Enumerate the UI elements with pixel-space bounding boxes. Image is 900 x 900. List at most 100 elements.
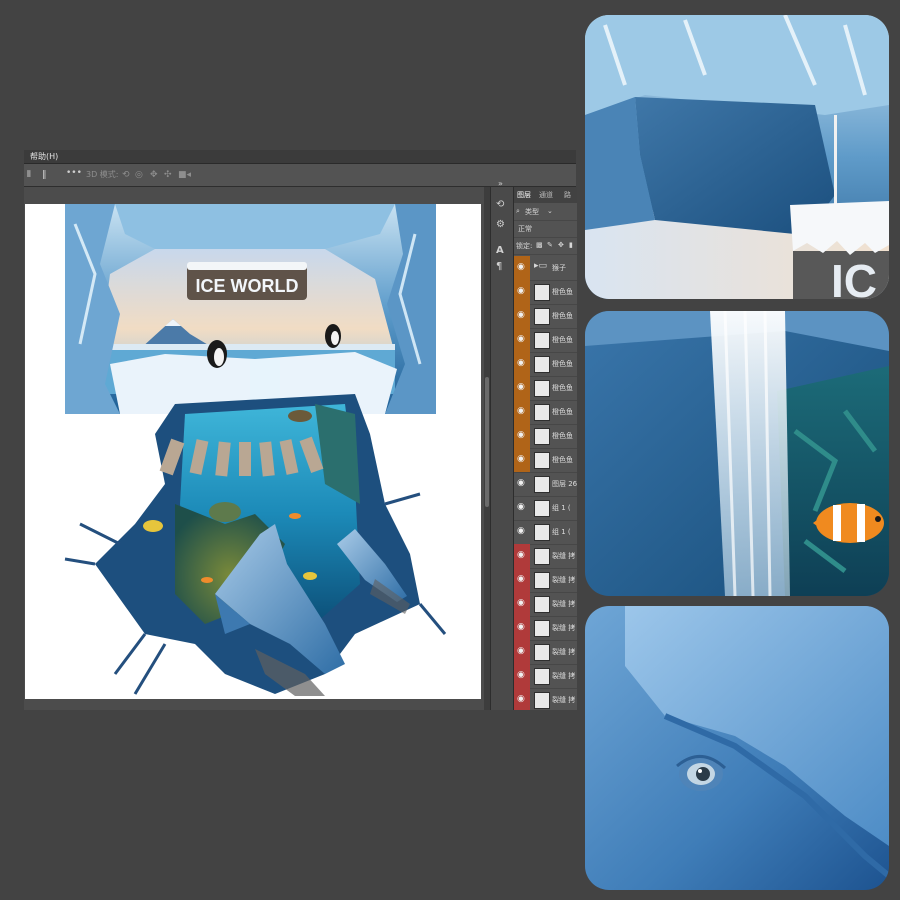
- layer-row[interactable]: ◉ 裂缝 拷: [514, 592, 577, 617]
- layer-visibility-toggle[interactable]: ◉: [514, 280, 530, 304]
- eye-icon[interactable]: ◉: [517, 382, 525, 392]
- align-left-icon[interactable]: ⫴: [27, 169, 31, 181]
- lock-pixels-icon[interactable]: ▩: [536, 241, 543, 249]
- layer-visibility-toggle[interactable]: ◉: [514, 496, 530, 520]
- layer-visibility-toggle[interactable]: ◉: [514, 352, 530, 376]
- layer-row[interactable]: ◉ 橙色鱼: [514, 424, 577, 449]
- scrollbar-thumb[interactable]: [485, 377, 489, 507]
- layer-visibility-toggle[interactable]: ◉: [514, 400, 530, 424]
- eye-icon[interactable]: ◉: [517, 262, 525, 272]
- layer-visibility-toggle[interactable]: ◉: [514, 328, 530, 352]
- layer-thumbnail: [534, 644, 550, 661]
- layer-thumbnail: [534, 404, 550, 421]
- eye-icon[interactable]: ◉: [517, 430, 525, 440]
- layer-visibility-toggle[interactable]: ◉: [514, 568, 530, 592]
- eye-icon[interactable]: ◉: [517, 286, 525, 296]
- eye-icon[interactable]: ◉: [517, 502, 525, 512]
- eye-icon[interactable]: ◉: [517, 646, 525, 656]
- layer-row[interactable]: ◉ ▸▭ 猴子: [514, 256, 577, 281]
- layer-name: 猴子: [552, 264, 566, 272]
- slide-3d-icon[interactable]: ✣: [164, 169, 172, 181]
- photoshop-window: 帮助(H) ⫴ ‖ ••• 3D 模式: ⟲ ◎ ✥ ✣ ■◂ ICE WORL…: [24, 150, 577, 710]
- eye-icon[interactable]: ◉: [517, 454, 525, 464]
- scale-3d-icon[interactable]: ■◂: [178, 169, 191, 181]
- layer-visibility-toggle[interactable]: ◉: [514, 424, 530, 448]
- layer-visibility-toggle[interactable]: ◉: [514, 640, 530, 664]
- layer-visibility-toggle[interactable]: ◉: [514, 256, 530, 280]
- document-canvas[interactable]: ICE WORLD: [25, 204, 481, 699]
- layer-name: 橙色鱼: [552, 384, 573, 392]
- chevron-down-icon[interactable]: ⌄: [547, 207, 553, 215]
- layer-visibility-toggle[interactable]: ◉: [514, 520, 530, 544]
- paragraph-icon[interactable]: ¶: [496, 261, 502, 272]
- layer-row[interactable]: ◉ 图层 26: [514, 472, 577, 497]
- layer-visibility-toggle[interactable]: ◉: [514, 592, 530, 616]
- layer-row[interactable]: ◉ 橙色鱼: [514, 280, 577, 305]
- layer-visibility-toggle[interactable]: ◉: [514, 304, 530, 328]
- menu-help[interactable]: 帮助(H): [30, 151, 58, 162]
- layer-thumbnail: [534, 428, 550, 445]
- eye-icon[interactable]: ◉: [517, 406, 525, 416]
- options-bar: ⫴ ‖ ••• 3D 模式: ⟲ ◎ ✥ ✣ ■◂: [24, 164, 576, 187]
- collapse-panels-icon[interactable]: »: [498, 179, 503, 188]
- layer-name: 橙色鱼: [552, 288, 573, 296]
- layer-thumbnail: [534, 476, 550, 493]
- layer-visibility-toggle[interactable]: ◉: [514, 544, 530, 568]
- layer-row[interactable]: ◉ 橙色鱼: [514, 400, 577, 425]
- eye-icon[interactable]: ◉: [517, 622, 525, 632]
- search-icon: ⌕: [516, 207, 520, 215]
- layer-row[interactable]: ◉ 裂缝 拷: [514, 664, 577, 689]
- layer-visibility-toggle[interactable]: ◉: [514, 688, 530, 710]
- eye-icon[interactable]: ◉: [517, 598, 525, 608]
- tab-channels[interactable]: 通道: [539, 190, 553, 200]
- dolphin-closeup-image: [585, 606, 889, 890]
- layer-name: 组 1 (: [552, 504, 571, 512]
- layer-thumbnail: [534, 692, 550, 709]
- eye-icon[interactable]: ◉: [517, 358, 525, 368]
- layer-row[interactable]: ◉ 裂缝 拷: [514, 640, 577, 665]
- layer-row[interactable]: ◉ 组 1 (: [514, 520, 577, 545]
- layer-row[interactable]: ◉ 橙色鱼: [514, 448, 577, 473]
- eye-icon[interactable]: ◉: [517, 574, 525, 584]
- tab-paths[interactable]: 路: [564, 190, 571, 200]
- eye-icon[interactable]: ◉: [517, 526, 525, 536]
- eye-icon[interactable]: ◉: [517, 670, 525, 680]
- roll-3d-icon[interactable]: ◎: [135, 169, 143, 181]
- layer-visibility-toggle[interactable]: ◉: [514, 472, 530, 496]
- eye-icon[interactable]: ◉: [517, 550, 525, 560]
- layer-visibility-toggle[interactable]: ◉: [514, 448, 530, 472]
- history-icon[interactable]: ⟲: [496, 199, 504, 210]
- eye-icon[interactable]: ◉: [517, 334, 525, 344]
- eye-icon[interactable]: ◉: [517, 694, 525, 704]
- blend-mode-row: 正常: [514, 221, 577, 238]
- layer-filter-select[interactable]: 类型: [525, 207, 539, 217]
- lock-all-icon[interactable]: ▮: [569, 241, 573, 249]
- more-options-button[interactable]: •••: [66, 167, 82, 179]
- character-icon[interactable]: A: [496, 245, 504, 256]
- layer-visibility-toggle[interactable]: ◉: [514, 664, 530, 688]
- layer-thumbnail: [534, 668, 550, 685]
- canvas-area[interactable]: ICE WORLD: [24, 187, 490, 710]
- lock-position-icon[interactable]: ✥: [558, 241, 564, 249]
- layer-row[interactable]: ◉ 橙色鱼: [514, 376, 577, 401]
- layer-row[interactable]: ◉ 橙色鱼: [514, 304, 577, 329]
- layer-row[interactable]: ◉ 组 1 (: [514, 496, 577, 521]
- lock-paint-icon[interactable]: ✎: [547, 241, 553, 249]
- layer-row[interactable]: ◉ 裂缝 拷: [514, 544, 577, 569]
- layer-row[interactable]: ◉ 裂缝 拷: [514, 616, 577, 641]
- layer-row[interactable]: ◉ 橙色鱼: [514, 352, 577, 377]
- adjust-icon[interactable]: ⚙: [496, 219, 505, 230]
- layer-row[interactable]: ◉ 裂缝 拷: [514, 568, 577, 593]
- distribute-icon[interactable]: ‖: [42, 169, 47, 181]
- eye-icon[interactable]: ◉: [517, 310, 525, 320]
- tab-layers[interactable]: 图层: [517, 190, 531, 200]
- orbit-3d-icon[interactable]: ⟲: [122, 169, 130, 181]
- layer-row[interactable]: ◉ 裂缝 拷: [514, 688, 577, 710]
- layer-visibility-toggle[interactable]: ◉: [514, 376, 530, 400]
- eye-icon[interactable]: ◉: [517, 478, 525, 488]
- layer-visibility-toggle[interactable]: ◉: [514, 616, 530, 640]
- layer-thumbnail: [534, 596, 550, 613]
- blend-mode-select[interactable]: 正常: [518, 224, 532, 234]
- layer-row[interactable]: ◉ 橙色鱼: [514, 328, 577, 353]
- pan-3d-icon[interactable]: ✥: [150, 169, 158, 181]
